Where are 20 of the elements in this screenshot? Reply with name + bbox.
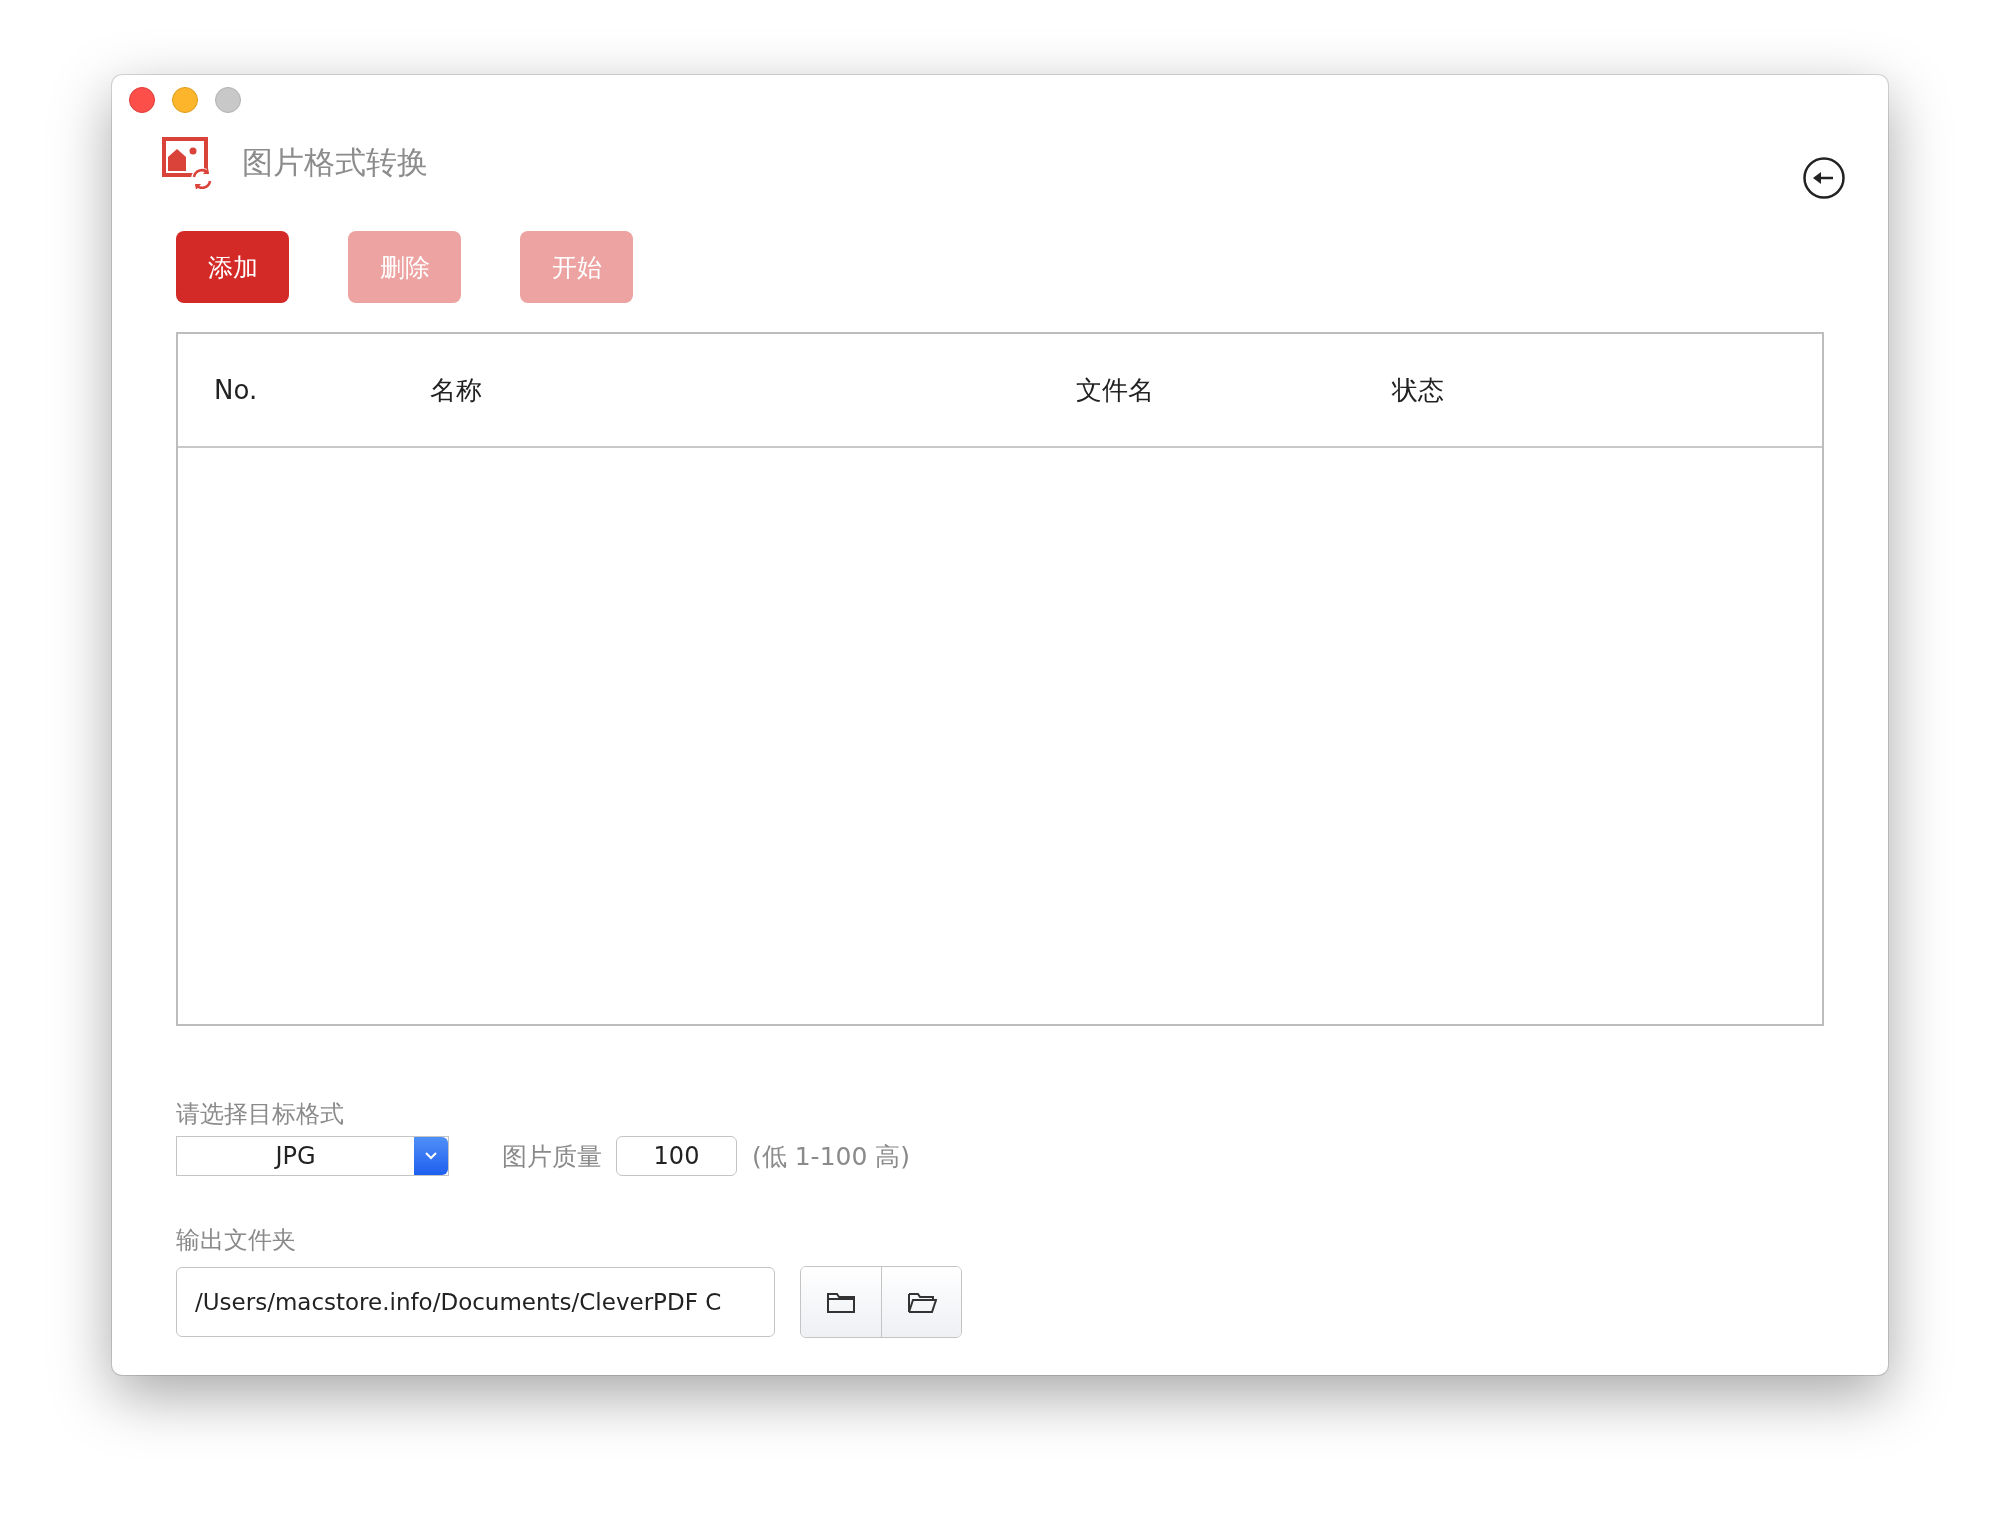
quality-range-hint: (低 1-100 高) xyxy=(752,1140,911,1173)
output-folder-label: 输出文件夹 xyxy=(176,1225,297,1256)
format-label: 请选择目标格式 xyxy=(176,1099,345,1130)
image-convert-icon xyxy=(162,137,214,189)
chevron-down-icon xyxy=(423,1151,439,1161)
quality-label: 图片质量 xyxy=(502,1140,602,1173)
quality-input[interactable]: 100 xyxy=(616,1136,737,1176)
output-path-field[interactable]: /Users/macstore.info/Documents/CleverPDF C xyxy=(176,1267,775,1337)
folder-icon xyxy=(826,1290,856,1314)
format-dropdown[interactable]: JPG xyxy=(176,1136,449,1176)
column-header: 文件名 xyxy=(1076,373,1154,407)
column-header: 名称 xyxy=(430,373,482,407)
choose-folder-button[interactable] xyxy=(801,1267,881,1337)
open-folder-button[interactable] xyxy=(881,1267,961,1337)
column-header: No. xyxy=(214,375,258,405)
open-folder-icon xyxy=(906,1290,937,1314)
close-button[interactable] xyxy=(129,87,155,113)
column-header: 状态 xyxy=(1392,373,1444,407)
window-title: 图片格式转换 xyxy=(242,143,428,182)
toolbar-button[interactable]: 添加 xyxy=(176,231,289,303)
